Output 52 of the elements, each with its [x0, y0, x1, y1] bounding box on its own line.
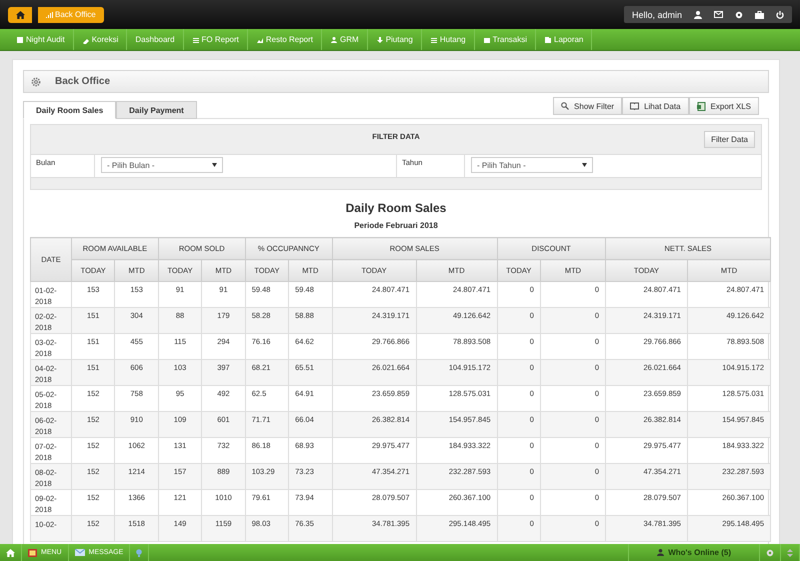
- menu-item-icon: [544, 36, 552, 44]
- menu-item-icon: [256, 36, 264, 44]
- breadcrumb-link[interactable]: Back Office: [38, 6, 104, 22]
- nav-menu-item[interactable]: Resto Report: [248, 29, 322, 50]
- toolbar-button[interactable]: Lihat Data: [622, 97, 689, 115]
- gear-icon: [31, 76, 41, 86]
- menu-item-icon: [482, 36, 491, 44]
- nav-menu-item[interactable]: Koreksi: [74, 29, 128, 50]
- nav-menu-item[interactable]: Transaksi: [474, 29, 536, 50]
- search-icon: [561, 102, 570, 110]
- chevron-icon: [787, 548, 793, 556]
- nav-menu-item[interactable]: Night Audit: [8, 29, 74, 50]
- settings-icon: [766, 548, 774, 556]
- grid-icon: [28, 548, 37, 556]
- toolbar-button[interactable]: Show Filter: [553, 97, 622, 115]
- nav-menu-item[interactable]: FO Report: [184, 29, 248, 50]
- filter-data-button[interactable]: Filter Data: [704, 131, 755, 148]
- greeting-text: Hello, admin: [632, 10, 682, 20]
- dropdown-field[interactable]: - Pilih Bulan -: [101, 157, 223, 173]
- user-icon[interactable]: [694, 10, 702, 18]
- panel-title: Back Office: [55, 76, 110, 87]
- menu-item-icon: [192, 36, 200, 44]
- menu-item-icon: [376, 36, 384, 44]
- report-period: Periode Februari 2018: [353, 221, 439, 230]
- signal-icon: [46, 12, 53, 18]
- book-icon: [630, 102, 640, 110]
- dropdown-field[interactable]: - Pilih Tahun -: [471, 157, 593, 173]
- user-icon: [657, 549, 664, 556]
- nav-menu-item[interactable]: GRM: [322, 29, 368, 50]
- tab[interactable]: Daily Payment: [116, 101, 197, 119]
- whos-online-button[interactable]: Who's Online (5): [628, 544, 760, 561]
- nav-menu-item[interactable]: Laporan: [536, 29, 592, 50]
- menu-item-icon: [430, 36, 438, 44]
- envelope-icon: [74, 549, 85, 556]
- toolbar-button[interactable]: Export XLS: [688, 97, 759, 115]
- spreadsheet-icon: [696, 102, 706, 110]
- tab[interactable]: Daily Room Sales: [23, 101, 116, 119]
- report-title: Daily Room Sales: [344, 201, 448, 215]
- nav-menu-item[interactable]: Piutang: [368, 29, 422, 50]
- nav-menu-item[interactable]: Hutang: [422, 29, 475, 50]
- envelope-icon[interactable]: [714, 11, 723, 18]
- caret-icon: [582, 163, 587, 167]
- menu-item-icon: [16, 36, 24, 44]
- briefcase-icon[interactable]: [755, 10, 764, 18]
- caret-icon: [212, 163, 217, 167]
- home-icon: [16, 10, 24, 18]
- nav-menu-item[interactable]: Dashboard: [127, 29, 184, 50]
- settings-icon[interactable]: [735, 10, 743, 18]
- home-button[interactable]: [8, 6, 32, 22]
- menu-item-icon: [330, 36, 338, 44]
- home-icon: [6, 548, 15, 556]
- power-icon[interactable]: [776, 10, 784, 18]
